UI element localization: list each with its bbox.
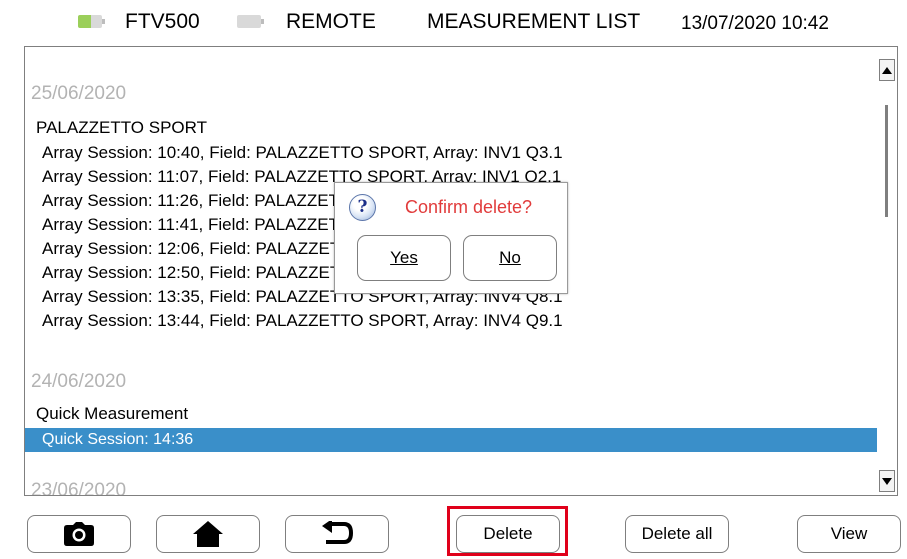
device-battery-icon xyxy=(78,15,105,28)
list-item[interactable]: Array Session: 10:40, Field: PALAZZETTO … xyxy=(42,141,563,165)
camera-button[interactable] xyxy=(27,515,131,553)
scroll-thumb[interactable] xyxy=(885,105,888,217)
camera-icon xyxy=(64,522,94,546)
question-icon: ? xyxy=(349,194,376,221)
confirm-delete-dialog: ? Confirm delete? Yes No xyxy=(334,182,568,294)
list-item[interactable]: Array Session: 13:44, Field: PALAZZETTO … xyxy=(42,309,563,333)
arrow-up-icon xyxy=(882,66,892,74)
remote-battery-icon xyxy=(237,15,264,28)
status-bar: FTV500 REMOTE MEASUREMENT LIST 13/07/202… xyxy=(0,0,907,46)
no-label: No xyxy=(499,248,521,267)
datetime: 13/07/2020 10:42 xyxy=(681,13,829,34)
remote-label: REMOTE xyxy=(286,10,376,33)
yes-label: Yes xyxy=(390,248,418,267)
yes-button[interactable]: Yes xyxy=(357,235,451,281)
delete-button[interactable]: Delete xyxy=(456,515,560,553)
date-header: 23/06/2020 xyxy=(31,480,127,496)
back-button[interactable] xyxy=(285,515,389,553)
no-button[interactable]: No xyxy=(463,235,557,281)
group-header[interactable]: PALAZZETTO SPORT xyxy=(36,116,207,140)
date-header: 25/06/2020 xyxy=(31,83,127,104)
dialog-message: Confirm delete? xyxy=(405,197,533,217)
scroll-down-button[interactable] xyxy=(879,470,895,492)
date-header: 24/06/2020 xyxy=(31,371,127,392)
screen-title: MEASUREMENT LIST xyxy=(427,10,641,33)
device-name: FTV500 xyxy=(125,10,200,33)
group-header[interactable]: Quick Measurement xyxy=(36,402,188,426)
arrow-down-icon xyxy=(882,477,892,485)
scroll-up-button[interactable] xyxy=(879,59,895,81)
delete-all-button[interactable]: Delete all xyxy=(625,515,729,553)
home-button[interactable] xyxy=(156,515,260,553)
undo-arrow-icon xyxy=(322,521,354,544)
home-icon xyxy=(193,521,223,547)
scrollbar[interactable] xyxy=(877,47,897,495)
view-button[interactable]: View xyxy=(797,515,901,553)
list-item-selected[interactable]: Quick Session: 14:36 xyxy=(25,428,877,452)
